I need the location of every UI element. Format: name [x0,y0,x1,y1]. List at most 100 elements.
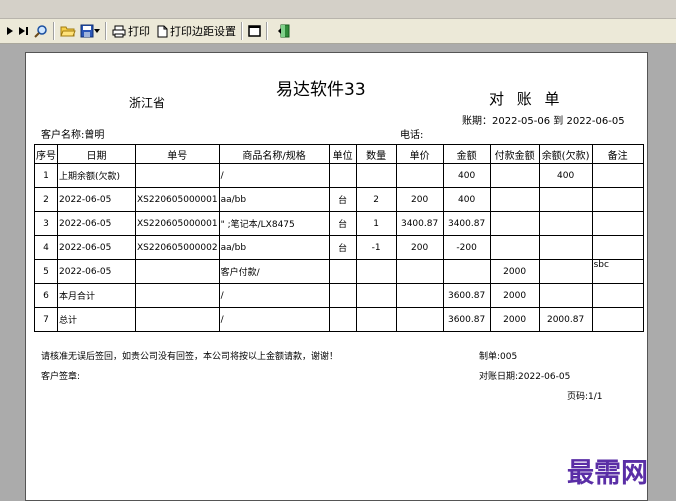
table-row: 1 上期余额(欠款) / 400 400 [34,163,644,188]
table-cell [328,163,357,188]
customer-signature-label: 客户签章: [41,372,81,382]
print-button[interactable]: 打印 [110,21,152,41]
table-cell: 3600.87 [442,307,491,332]
open-button[interactable] [58,21,78,41]
table-cell [135,259,220,284]
column-header: 商品名称/规格 [218,144,330,164]
statement-date: 对账日期:2022-06-05 [479,372,571,382]
floppy-disk-icon [80,24,94,38]
table-row: 3 2022-06-05 XS220605000001 " ;笔记本/LX8475 台 1… [34,211,644,236]
column-header: 余额(欠款) [538,144,593,164]
table-cell: 2000.87 [538,307,593,332]
table-cell [355,307,397,332]
exit-button[interactable] [275,21,293,41]
table-cell: 6 [34,283,58,308]
table-cell: 200 [395,187,444,212]
print-button-label: 打印 [128,25,150,38]
table-cell [591,211,644,236]
table-cell: 2022-06-05 [57,259,136,284]
table-cell: 200 [395,235,444,260]
table-cell: 1 [34,163,58,188]
table-cell [328,259,357,284]
footer-note: 请核准无误后签回，如贵公司没有回签，本公司将按以上金额请款，谢谢！ [41,352,339,362]
table-cell: 2 [34,187,58,212]
table-cell: XS220605000002 [135,235,220,260]
table-cell: 2022-06-05 [57,235,136,260]
table-cell [395,307,444,332]
table-cell: 1 [355,211,397,236]
table-cell [135,163,220,188]
table-cell: 3 [34,211,58,236]
table-cell: 2022-06-05 [57,211,136,236]
window-titlebar [0,0,676,19]
table-cell [591,283,644,308]
table-cell [538,283,593,308]
table-cell: 4 [34,235,58,260]
table-cell: XS220605000001 [135,187,220,212]
table-cell: sbc [591,259,644,284]
table-row: 4 2022-06-05 XS220605000002 aa/bb 台 -1 200 -200 [34,235,644,260]
table-cell [489,235,540,260]
table-cell [135,307,220,332]
table-row: 2 2022-06-05 XS220605000001 aa/bb 台 2 200 400 [34,187,644,212]
table-cell [538,211,593,236]
column-header: 数量 [355,144,397,164]
printer-icon [112,25,126,37]
table-cell: 3400.87 [442,211,491,236]
table-row: 6 本月合计 / 3600.87 2000 [34,283,644,308]
page-setup-button[interactable] [246,21,263,41]
print-preview-page: 易达软件33 浙江省 对 账 单 账期：2022-05-06 到 2022-06… [25,52,648,501]
table-cell [328,307,357,332]
table-cell [135,283,220,308]
table-cell [355,259,397,284]
table-cell [591,187,644,212]
table-cell [538,235,593,260]
watermark-logo: 最需网 [567,458,648,489]
window-frame-icon [248,25,261,37]
column-header: 单号 [135,144,220,164]
table-cell: 2 [355,187,397,212]
phone-label: 电话: [400,130,424,141]
table-cell: 总计 [57,307,136,332]
table-cell: -200 [442,235,491,260]
column-header: 序号 [34,144,58,164]
dropdown-arrow-icon [94,29,100,33]
print-margin-button[interactable]: 打印边距设置 [155,21,238,41]
exit-door-icon [278,24,290,38]
table-cell: 400 [442,163,491,188]
preview-toolbar: 打印 打印边距设置 [0,19,676,44]
table-cell: aa/bb [218,187,330,212]
table-cell: 3600.87 [442,283,491,308]
save-button[interactable] [78,21,102,41]
company-title: 易达软件33 [276,80,366,100]
table-cell: 5 [34,259,58,284]
table-cell: 上期余额(欠款) [57,163,136,188]
maker-label: 制单:005 [479,352,518,362]
table-cell: 400 [538,163,593,188]
table-row: 5 2022-06-05 客户付款/2000 sbc [34,259,644,284]
table-cell [328,283,357,308]
table-cell [489,187,540,212]
table-cell [591,307,644,332]
table-cell: 台 [328,235,357,260]
table-cell: 客户付款/ [218,259,330,284]
column-header: 金额 [442,144,491,164]
table-cell: 本月合计 [57,283,136,308]
table-cell: / [218,307,330,332]
next-page-button[interactable] [4,21,16,41]
table-cell [355,163,397,188]
table-cell [489,163,540,188]
table-cell: / [218,283,330,308]
page-icon [157,25,168,37]
customer-name: 客户名称:曾明 [41,130,105,141]
magnifier-icon [34,24,47,38]
table-cell: 2000 [489,259,540,284]
table-cell [442,259,491,284]
table-cell: 台 [328,187,357,212]
column-header: 付款金额 [489,144,540,164]
toolbar-separator [266,22,268,40]
toolbar-separator [241,22,243,40]
last-page-button[interactable] [16,21,31,41]
zoom-button[interactable] [31,21,50,41]
table-cell: 7 [34,307,58,332]
